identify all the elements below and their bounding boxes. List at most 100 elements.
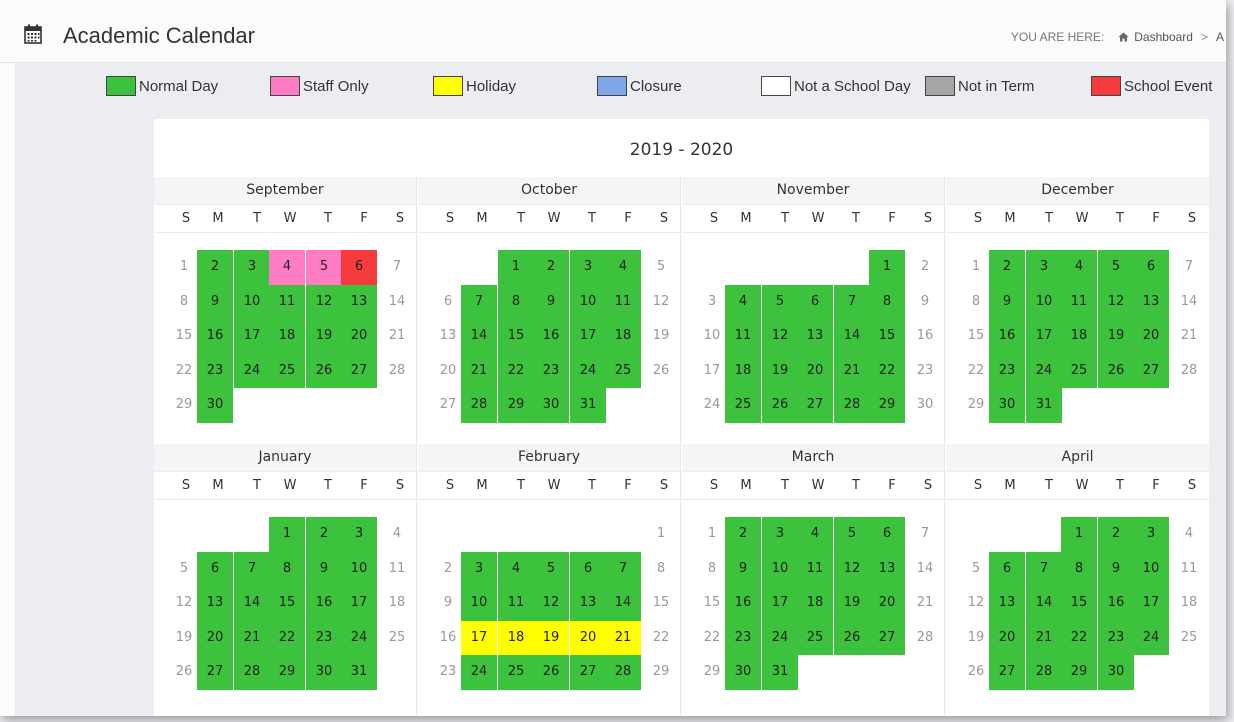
breadcrumb-next-link[interactable]: A: [1216, 30, 1224, 44]
calendar-day[interactable]: 21: [379, 319, 415, 354]
calendar-day[interactable]: 29: [269, 655, 305, 690]
calendar-day[interactable]: 11: [1171, 552, 1207, 587]
calendar-day[interactable]: 19: [834, 586, 870, 621]
calendar-day[interactable]: 29: [643, 655, 679, 690]
calendar-day[interactable]: 14: [379, 285, 415, 320]
calendar-day[interactable]: 9: [1098, 551, 1134, 586]
calendar-day[interactable]: 8: [269, 551, 305, 586]
calendar-day[interactable]: 12: [643, 285, 679, 320]
calendar-day[interactable]: 26: [762, 388, 798, 423]
calendar-day[interactable]: 28: [1026, 655, 1062, 690]
calendar-day[interactable]: 15: [1061, 586, 1097, 621]
calendar-day[interactable]: 6: [1133, 250, 1169, 285]
calendar-day[interactable]: 13: [797, 319, 833, 354]
calendar-day[interactable]: 21: [1026, 620, 1062, 655]
calendar-day[interactable]: 28: [605, 655, 641, 690]
calendar-day[interactable]: 14: [834, 319, 870, 354]
calendar-day[interactable]: 30: [1098, 655, 1134, 690]
calendar-day[interactable]: 19: [306, 319, 342, 354]
calendar-day[interactable]: 7: [1171, 250, 1207, 285]
calendar-day[interactable]: 20: [341, 319, 377, 354]
calendar-day[interactable]: 29: [1061, 655, 1097, 690]
calendar-day[interactable]: 5: [533, 551, 569, 586]
calendar-day[interactable]: 16: [306, 586, 342, 621]
calendar-day[interactable]: 9: [907, 285, 943, 320]
calendar-day[interactable]: 20: [197, 620, 233, 655]
calendar-day[interactable]: 23: [306, 620, 342, 655]
calendar-day[interactable]: 15: [498, 319, 534, 354]
calendar-day[interactable]: 5: [1098, 250, 1134, 285]
calendar-day[interactable]: 17: [341, 586, 377, 621]
calendar-day[interactable]: 21: [605, 620, 641, 655]
calendar-day[interactable]: 29: [869, 388, 905, 423]
calendar-day[interactable]: 27: [989, 655, 1025, 690]
calendar-day[interactable]: 23: [197, 353, 233, 388]
calendar-day[interactable]: 2: [907, 250, 943, 285]
calendar-day[interactable]: 17: [570, 319, 606, 354]
calendar-day[interactable]: 6: [341, 250, 377, 285]
calendar-day[interactable]: 18: [725, 353, 761, 388]
calendar-day[interactable]: 28: [907, 621, 943, 656]
calendar-day[interactable]: 28: [834, 388, 870, 423]
calendar-day[interactable]: 16: [907, 319, 943, 354]
calendar-day[interactable]: 19: [1098, 319, 1134, 354]
calendar-day[interactable]: 12: [1098, 284, 1134, 319]
calendar-day[interactable]: 20: [570, 620, 606, 655]
calendar-day[interactable]: 10: [762, 551, 798, 586]
calendar-day[interactable]: 12: [834, 551, 870, 586]
calendar-day[interactable]: 8: [869, 284, 905, 319]
calendar-day[interactable]: 20: [989, 620, 1025, 655]
calendar-day[interactable]: 22: [869, 353, 905, 388]
calendar-day[interactable]: 25: [797, 620, 833, 655]
calendar-day[interactable]: 3: [762, 517, 798, 552]
calendar-day[interactable]: 12: [306, 284, 342, 319]
calendar-day[interactable]: 7: [379, 250, 415, 285]
calendar-day[interactable]: 3: [1026, 250, 1062, 285]
calendar-day[interactable]: 10: [341, 551, 377, 586]
calendar-day[interactable]: 18: [269, 319, 305, 354]
calendar-day[interactable]: 6: [570, 551, 606, 586]
calendar-day[interactable]: 2: [989, 250, 1025, 285]
calendar-day[interactable]: 21: [234, 620, 270, 655]
calendar-day[interactable]: 4: [725, 284, 761, 319]
calendar-day[interactable]: 12: [533, 586, 569, 621]
calendar-day[interactable]: 7: [605, 551, 641, 586]
calendar-day[interactable]: 22: [269, 620, 305, 655]
calendar-day[interactable]: 2: [1098, 517, 1134, 552]
calendar-day[interactable]: 14: [605, 586, 641, 621]
calendar-day[interactable]: 25: [379, 621, 415, 656]
calendar-day[interactable]: 10: [234, 284, 270, 319]
calendar-day[interactable]: 13: [869, 551, 905, 586]
calendar-day[interactable]: 10: [570, 284, 606, 319]
calendar-day[interactable]: 17: [234, 319, 270, 354]
calendar-day[interactable]: 11: [498, 586, 534, 621]
calendar-day[interactable]: 1: [269, 517, 305, 552]
calendar-day[interactable]: 22: [498, 353, 534, 388]
calendar-day[interactable]: 26: [306, 353, 342, 388]
calendar-day[interactable]: 4: [605, 250, 641, 285]
calendar-day[interactable]: 7: [1026, 551, 1062, 586]
calendar-day[interactable]: 30: [306, 655, 342, 690]
calendar-day[interactable]: 9: [989, 284, 1025, 319]
calendar-day[interactable]: 10: [461, 586, 497, 621]
calendar-day[interactable]: 30: [725, 655, 761, 690]
calendar-day[interactable]: 18: [797, 586, 833, 621]
calendar-day[interactable]: 19: [762, 353, 798, 388]
calendar-day[interactable]: 16: [989, 319, 1025, 354]
calendar-day[interactable]: 18: [605, 319, 641, 354]
calendar-day[interactable]: 3: [570, 250, 606, 285]
calendar-day[interactable]: 25: [1171, 621, 1207, 656]
calendar-day[interactable]: 6: [197, 551, 233, 586]
calendar-day[interactable]: 9: [725, 551, 761, 586]
calendar-day[interactable]: 11: [725, 319, 761, 354]
calendar-day[interactable]: 25: [269, 353, 305, 388]
calendar-day[interactable]: 17: [1133, 586, 1169, 621]
calendar-day[interactable]: 13: [1133, 284, 1169, 319]
calendar-day[interactable]: 22: [1061, 620, 1097, 655]
calendar-day[interactable]: 28: [1171, 354, 1207, 389]
calendar-day[interactable]: 3: [234, 250, 270, 285]
calendar-day[interactable]: 12: [762, 319, 798, 354]
calendar-day[interactable]: 8: [498, 284, 534, 319]
calendar-day[interactable]: 5: [762, 284, 798, 319]
calendar-day[interactable]: 9: [197, 284, 233, 319]
